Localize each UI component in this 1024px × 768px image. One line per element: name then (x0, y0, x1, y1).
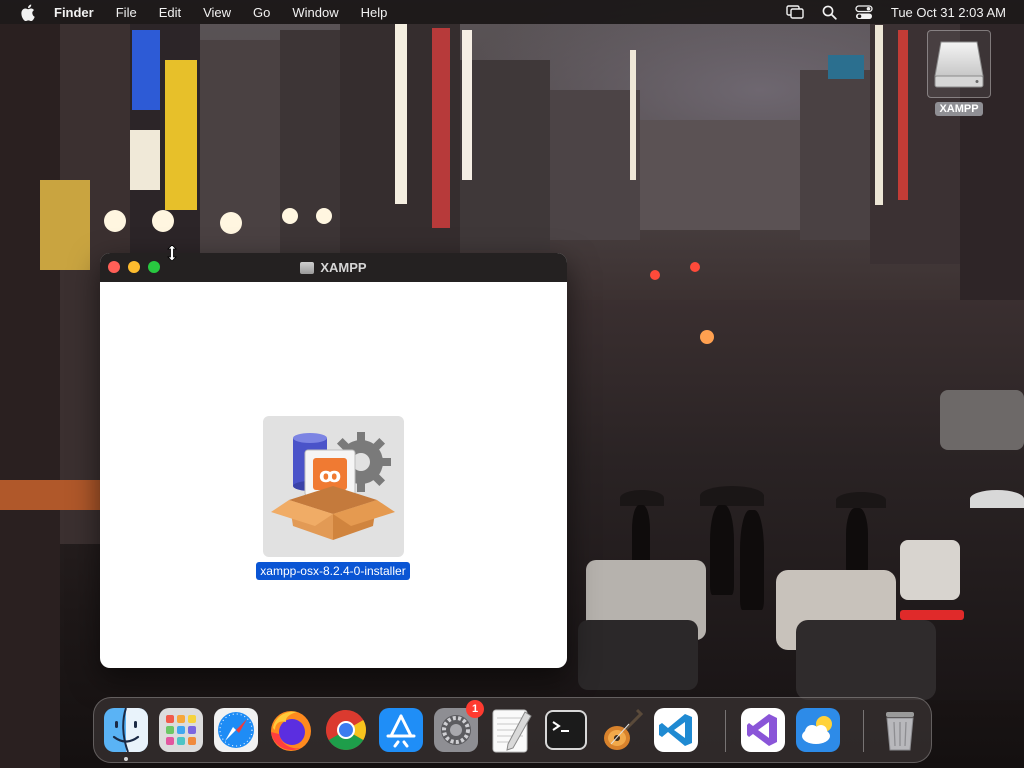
xampp-installer-icon[interactable]: ꝏ (262, 416, 404, 557)
dock-firefox-icon[interactable] (267, 706, 315, 754)
desktop-volume-xampp[interactable]: XAMPP (924, 30, 994, 117)
desktop-volume-label: XAMPP (935, 102, 983, 116)
close-button[interactable] (108, 261, 120, 273)
menu-file[interactable]: File (116, 5, 137, 20)
menu-window[interactable]: Window (292, 5, 338, 20)
menu-view[interactable]: View (203, 5, 231, 20)
finder-running-indicator (124, 757, 128, 761)
minimize-button[interactable] (128, 261, 140, 273)
dock-system-settings-icon[interactable]: 1 (432, 700, 484, 754)
window-title: XAMPP (320, 260, 367, 275)
file-name-label[interactable]: xampp-osx-8.2.4-0-installer (256, 562, 410, 580)
dock-chrome-icon[interactable] (322, 706, 370, 754)
dock-finder-icon[interactable] (102, 706, 150, 754)
menu-clock[interactable]: Tue Oct 31 2:03 AM (891, 5, 1006, 20)
dock-launchpad-icon[interactable] (157, 706, 205, 754)
dock-safari-icon[interactable] (212, 706, 260, 754)
screen-mirroring-icon[interactable] (786, 5, 804, 19)
menu-go[interactable]: Go (253, 5, 270, 20)
dock: 1 (93, 697, 932, 763)
dock-weather-icon[interactable] (794, 706, 842, 754)
dock-terminal-icon[interactable] (542, 706, 590, 754)
dock-separator (863, 710, 864, 752)
spotlight-search-icon[interactable] (822, 5, 837, 20)
dock-separator (725, 710, 726, 752)
dock-visual-studio-icon[interactable] (739, 706, 787, 754)
dock-instruments-icon[interactable] (597, 706, 645, 754)
file-item[interactable]: ꝏ xampp-osx-8.2.4-0-installer (248, 416, 418, 580)
zoom-button[interactable] (148, 261, 160, 273)
volume-icon (300, 261, 315, 274)
dock-trash-icon[interactable] (876, 706, 924, 754)
menu-bar: Finder File Edit View Go Window Help Tue… (0, 0, 1024, 24)
resize-cursor-icon (166, 244, 178, 266)
menu-edit[interactable]: Edit (159, 5, 181, 20)
finder-window: XAMPP ꝏ xampp-osx-8.2.4-0-installer (100, 253, 567, 668)
dock-vscode-icon[interactable] (652, 706, 700, 754)
menu-app-name[interactable]: Finder (54, 5, 94, 20)
apple-menu-icon[interactable] (18, 3, 36, 21)
menu-help[interactable]: Help (361, 5, 388, 20)
control-center-icon[interactable] (855, 4, 873, 20)
external-drive-icon (927, 30, 991, 98)
dock-app-store-icon[interactable] (377, 706, 425, 754)
dock-textedit-icon[interactable] (487, 706, 535, 754)
notification-badge: 1 (466, 700, 484, 718)
svg-text:ꝏ: ꝏ (318, 463, 340, 487)
